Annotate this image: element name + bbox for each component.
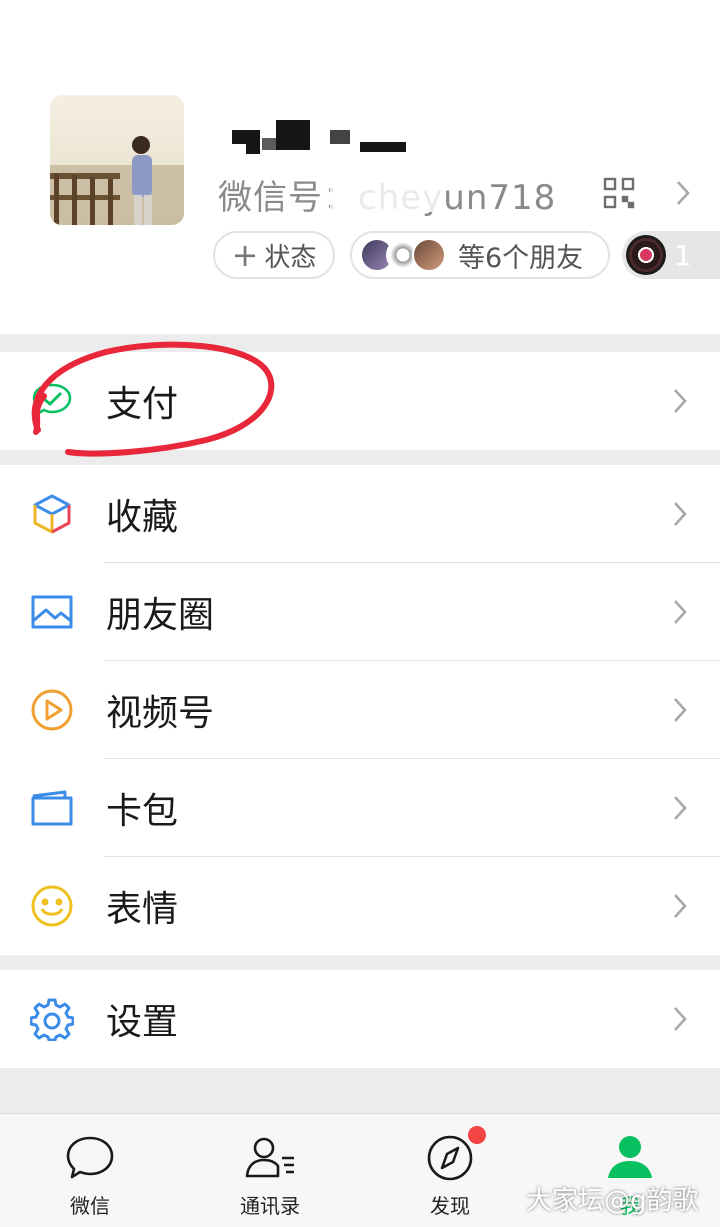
picture-moments-icon	[30, 590, 74, 634]
tab-contacts-label: 通讯录	[240, 1194, 300, 1218]
stickers-label: 表情	[106, 889, 179, 930]
menu-item-stickers[interactable]: 表情	[0, 857, 720, 955]
chevron-right-icon	[672, 500, 688, 528]
status-label: 状态	[264, 242, 317, 273]
notification-dot	[468, 1126, 486, 1144]
wechat-id-redaction	[330, 172, 442, 212]
chat-bubble-icon	[64, 1134, 116, 1182]
avatar[interactable]	[50, 95, 184, 225]
menu-item-cards[interactable]: 卡包	[0, 759, 720, 857]
compass-discover-icon	[424, 1134, 476, 1182]
qr-code-icon[interactable]	[603, 177, 635, 209]
tab-discover-label: 发现	[430, 1194, 470, 1218]
smiley-stickers-icon	[30, 884, 74, 928]
chevron-right-icon	[672, 1005, 688, 1033]
pay-group: 支付	[0, 352, 720, 450]
plus-icon: +	[231, 236, 259, 274]
friend-avatar	[412, 238, 446, 272]
tab-contacts[interactable]: 通讯录	[180, 1114, 360, 1227]
menu-item-favorites[interactable]: 收藏	[0, 465, 720, 563]
chevron-right-icon	[672, 892, 688, 920]
main-menu-group: 收藏 朋友圈 视频号 卡包 表情	[0, 465, 720, 955]
menu-item-moments[interactable]: 朋友圈	[0, 563, 720, 661]
wallet-cards-icon	[30, 786, 74, 830]
nickname-pixelated	[218, 118, 418, 160]
add-status-button[interactable]: + 状态	[213, 231, 335, 279]
contacts-person-icon	[244, 1134, 296, 1182]
chevron-right-icon	[672, 794, 688, 822]
person-me-icon	[604, 1134, 656, 1182]
chevron-right-icon	[672, 696, 688, 724]
moments-label: 朋友圈	[106, 595, 215, 636]
gear-settings-icon	[29, 997, 75, 1042]
tab-discover[interactable]: 发现	[360, 1114, 540, 1227]
pay-label: 支付	[106, 384, 179, 425]
cards-label: 卡包	[106, 791, 179, 832]
menu-item-settings[interactable]: 设置	[0, 970, 720, 1068]
tab-chats[interactable]: 微信	[0, 1114, 180, 1227]
cube-favorites-icon	[30, 492, 74, 536]
profile-chevron-icon[interactable]	[675, 179, 691, 207]
profile-header[interactable]: 微信号：cheyun718 + 状态 等6个朋友 1	[0, 0, 720, 334]
watermark: 大家坛@g韵歌	[526, 1186, 699, 1216]
channels-label: 视频号	[106, 693, 215, 734]
music-count: 1	[674, 238, 692, 272]
wallet-pay-icon	[30, 379, 74, 423]
play-channels-icon	[30, 688, 74, 732]
chevron-right-icon	[672, 598, 688, 626]
music-disc-icon	[626, 235, 666, 275]
menu-item-pay[interactable]: 支付	[0, 352, 720, 450]
music-status-button[interactable]: 1	[622, 231, 720, 279]
menu-item-channels[interactable]: 视频号	[0, 661, 720, 759]
friends-status-button[interactable]: 等6个朋友	[350, 231, 610, 279]
friends-count-label: 等6个朋友	[458, 242, 584, 274]
favorites-label: 收藏	[106, 497, 179, 538]
settings-group: 设置	[0, 970, 720, 1068]
chevron-right-icon	[672, 387, 688, 415]
tab-chats-label: 微信	[70, 1194, 110, 1218]
settings-label: 设置	[106, 1002, 179, 1043]
